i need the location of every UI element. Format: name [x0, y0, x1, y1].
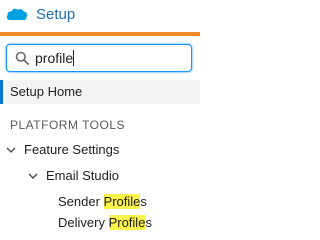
label-text: s — [145, 215, 152, 230]
setup-header: Setup — [0, 0, 200, 32]
nav-item-label: Setup Home — [10, 84, 83, 99]
tree-node-label: Email Studio — [46, 168, 119, 183]
search-match-highlight: Profile — [103, 194, 141, 209]
label-text: Delivery — [58, 215, 109, 230]
quick-find-box[interactable] — [6, 44, 192, 72]
cloud-icon[interactable] — [6, 6, 28, 22]
tree-leaf-label: Delivery Profiles — [58, 215, 152, 231]
selected-indicator — [0, 80, 3, 104]
label-text: s — [140, 194, 147, 209]
chevron-down-icon[interactable] — [28, 171, 38, 181]
nav-item-setup-home[interactable]: Setup Home — [0, 80, 200, 104]
tree-leaf-label: Sender Profiles — [58, 194, 147, 210]
quick-find-input[interactable] — [35, 48, 185, 68]
search-match-highlight: Profile — [108, 215, 146, 230]
section-heading-platform-tools: PLATFORM TOOLS — [10, 118, 126, 132]
tree-node-label: Feature Settings — [24, 142, 120, 157]
header-accent-bar — [0, 32, 200, 36]
text-cursor — [73, 50, 74, 66]
chevron-down-icon[interactable] — [6, 145, 16, 155]
app-title[interactable]: Setup — [36, 6, 75, 24]
label-text: Sender — [58, 194, 104, 209]
search-icon — [15, 51, 29, 65]
